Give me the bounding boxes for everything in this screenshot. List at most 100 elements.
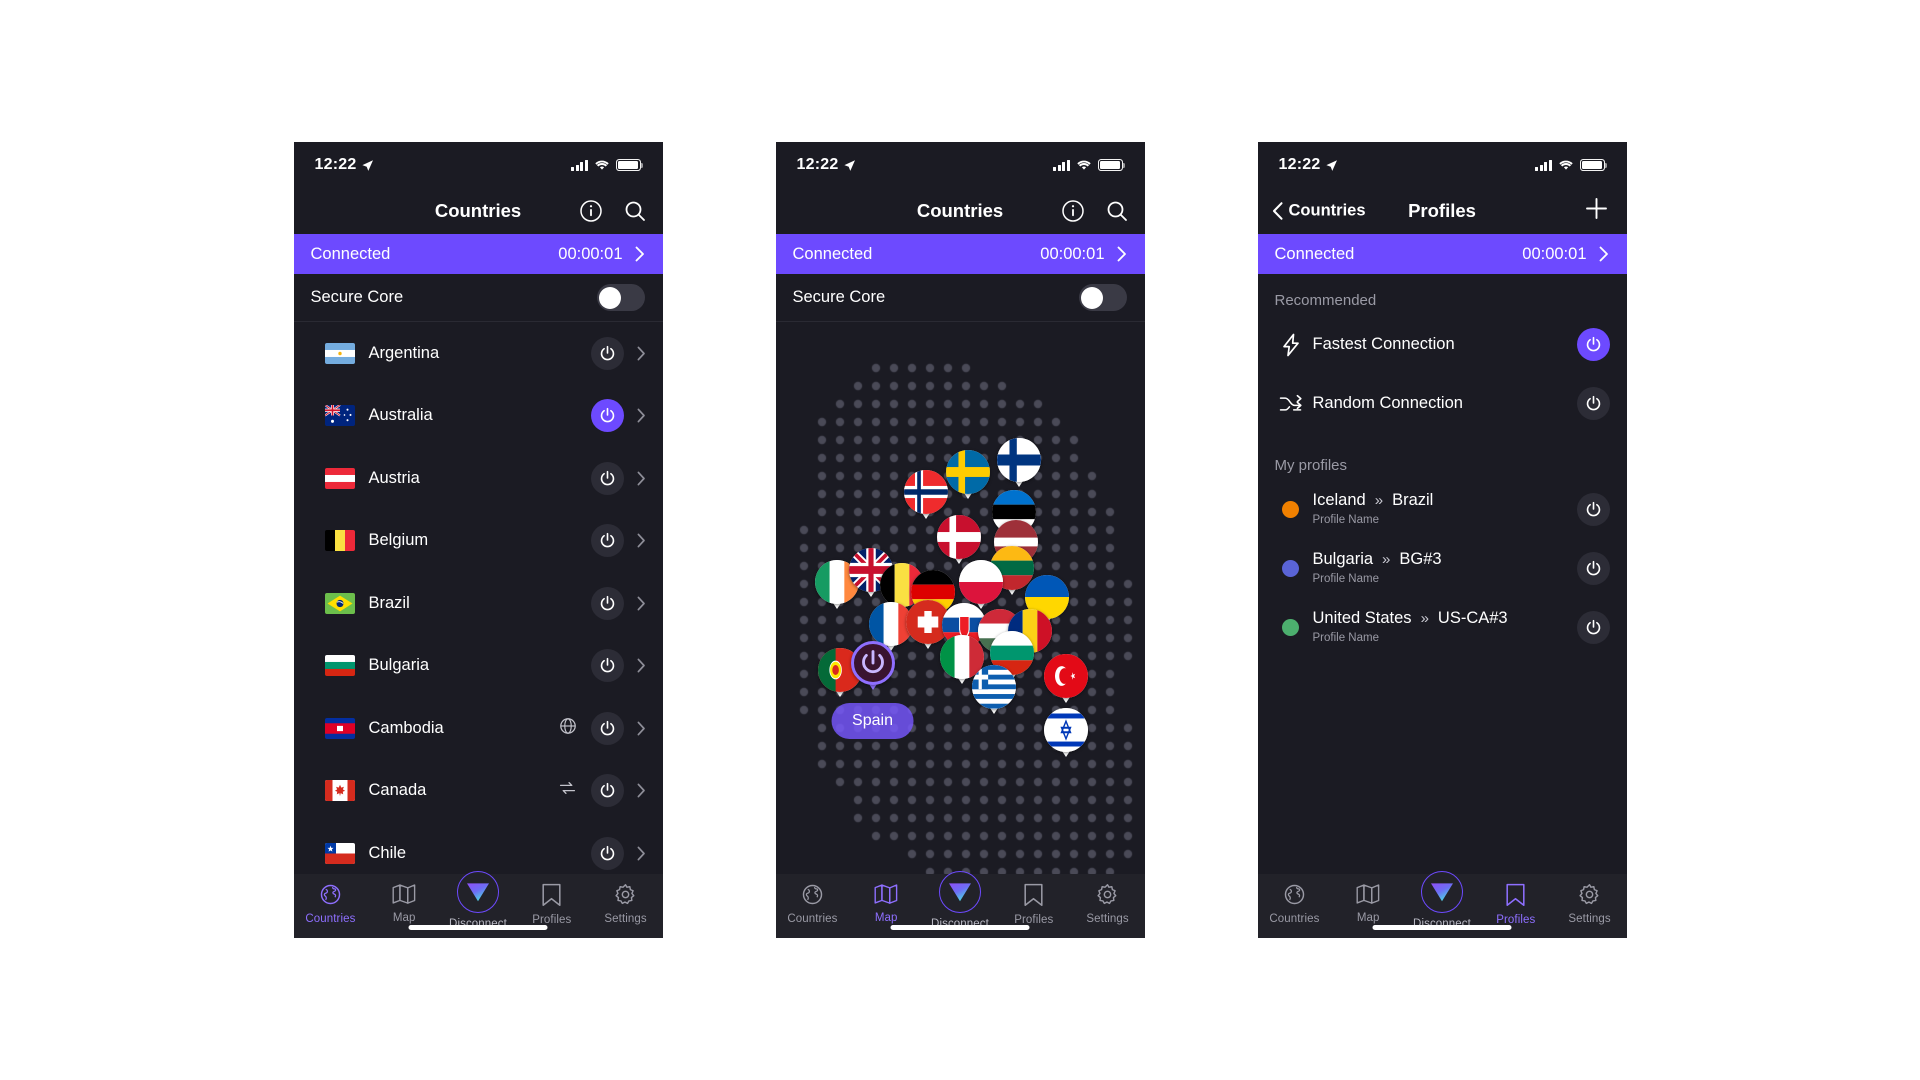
chevron-right-icon[interactable] <box>637 846 646 861</box>
country-row[interactable]: Cambodia <box>294 697 663 760</box>
tab-profiles[interactable]: Profiles <box>515 883 589 926</box>
tab-disconnect[interactable]: Disconnect <box>441 871 515 930</box>
connect-power-button[interactable] <box>1576 387 1610 420</box>
country-row[interactable]: Belgium <box>294 510 663 573</box>
world-map[interactable]: Spain <box>775 322 1145 874</box>
profile-row[interactable]: Iceland » Brazil Profile Name <box>1258 480 1627 539</box>
tab-countries[interactable]: Countries <box>294 883 368 925</box>
bookmark-icon <box>1023 883 1044 910</box>
tab-profiles[interactable]: Profiles <box>1479 883 1553 926</box>
tab-profiles[interactable]: Profiles <box>997 883 1071 926</box>
proton-vpn-logo-icon[interactable] <box>1420 871 1463 913</box>
tab-countries[interactable]: Countries <box>1258 883 1332 925</box>
secure-core-row[interactable]: Secure Core <box>293 274 663 322</box>
chevron-right-icon[interactable] <box>637 658 646 673</box>
country-row[interactable]: Canada <box>294 760 663 823</box>
map-pin-gr[interactable] <box>971 665 1016 714</box>
nav-bar-countries: Countries <box>293 188 663 234</box>
map-pin-se[interactable] <box>945 450 990 499</box>
map-pin-pl[interactable] <box>958 560 1003 609</box>
map-pin-selected-spain[interactable] <box>850 641 895 690</box>
map-pin-il[interactable] <box>1043 708 1088 757</box>
chevron-right-icon[interactable] <box>637 408 646 423</box>
tab-countries[interactable]: Countries <box>776 883 850 925</box>
country-row[interactable]: Bulgaria <box>294 635 663 698</box>
tab-settings[interactable]: Settings <box>589 883 663 925</box>
country-flag-at <box>324 467 355 489</box>
connect-power-button[interactable] <box>1576 328 1610 361</box>
proton-vpn-logo-icon[interactable] <box>456 871 499 913</box>
country-row[interactable]: Argentina <box>294 322 663 385</box>
country-flag-cl <box>324 842 355 864</box>
add-profile-button[interactable] <box>1584 196 1609 226</box>
tab-disconnect[interactable]: Disconnect <box>923 871 997 930</box>
country-list[interactable]: Argentina Australia Austria Belgium Braz… <box>293 322 663 874</box>
country-row[interactable]: Chile <box>294 822 663 874</box>
info-circle-icon[interactable] <box>579 199 603 223</box>
secure-core-row[interactable]: Secure Core <box>775 274 1145 322</box>
recommended-row[interactable]: Random Connection <box>1258 374 1627 433</box>
connect-power-button[interactable] <box>590 649 624 683</box>
power-glyph <box>600 783 614 798</box>
profile-row[interactable]: United States » US-CA#3 Profile Name <box>1258 598 1627 657</box>
connection-status-banner[interactable]: Connected 00:00:01 <box>1257 234 1627 274</box>
tab-map[interactable]: Map <box>367 883 441 924</box>
chevron-right-icon[interactable] <box>637 471 646 486</box>
tab-label: Map <box>1356 912 1380 924</box>
connect-power-button[interactable] <box>590 586 624 620</box>
connect-power-button[interactable] <box>590 774 624 808</box>
country-row[interactable]: Brazil <box>294 572 663 635</box>
chevron-right-icon[interactable] <box>637 346 646 361</box>
chevron-right-icon[interactable] <box>637 596 646 611</box>
connection-status-label: Connected <box>1274 244 1355 263</box>
tab-disconnect[interactable]: Disconnect <box>1405 871 1479 930</box>
map-pin-fi[interactable] <box>996 438 1041 487</box>
recommended-row[interactable]: Fastest Connection <box>1258 315 1627 374</box>
profile-separator-icon: » <box>1420 610 1429 627</box>
tab-settings[interactable]: Settings <box>1553 883 1627 925</box>
search-icon[interactable] <box>623 199 647 223</box>
power-glyph <box>600 720 614 736</box>
country-row-actions <box>590 649 624 683</box>
tab-map[interactable]: Map <box>1331 883 1405 924</box>
map-pin-tr[interactable] <box>1043 654 1088 703</box>
map-pin-flag <box>903 470 948 514</box>
connect-power-button[interactable] <box>590 399 624 433</box>
info-circle-icon[interactable] <box>1061 199 1085 223</box>
map-icon <box>392 883 416 908</box>
connection-status-banner[interactable]: Connected 00:00:01 <box>775 234 1145 274</box>
profile-row[interactable]: Bulgaria » BG#3 Profile Name <box>1258 539 1627 598</box>
connect-power-button[interactable] <box>1576 611 1610 644</box>
chevron-right-icon[interactable] <box>637 533 646 548</box>
map-pin-no[interactable] <box>903 470 948 519</box>
connect-power-button[interactable] <box>1576 552 1610 585</box>
tab-label: Countries <box>787 913 838 925</box>
chevron-right-icon[interactable] <box>637 783 646 798</box>
connect-power-button[interactable] <box>590 711 624 745</box>
secure-core-toggle[interactable] <box>596 284 645 311</box>
connect-power-button[interactable] <box>590 461 624 495</box>
map-selected-country-label[interactable]: Spain <box>831 703 914 739</box>
chevron-right-icon[interactable] <box>637 721 646 736</box>
tab-settings[interactable]: Settings <box>1071 883 1145 925</box>
tab-bar-1[interactable]: Countries Map Disconnect Profiles Settings <box>293 871 663 938</box>
country-row[interactable]: Austria <box>294 447 663 510</box>
map-pin-dk[interactable] <box>936 515 981 564</box>
connect-power-button[interactable] <box>590 836 624 870</box>
proton-vpn-logo-icon[interactable] <box>938 871 981 913</box>
tab-bar-3[interactable]: Countries Map Disconnect Profiles Settings <box>1257 871 1627 938</box>
back-button[interactable]: Countries <box>1272 202 1366 221</box>
power-glyph <box>600 408 614 423</box>
map-pin-flag <box>945 450 990 494</box>
tab-map[interactable]: Map <box>849 883 923 924</box>
status-bar: 12:22 <box>1257 142 1627 188</box>
connect-power-button[interactable] <box>590 524 624 558</box>
connect-power-button[interactable] <box>1576 493 1610 526</box>
cellular-signal-icon <box>1053 159 1070 171</box>
country-row[interactable]: Australia <box>294 385 663 448</box>
search-icon[interactable] <box>1105 199 1129 223</box>
secure-core-toggle[interactable] <box>1078 284 1127 311</box>
tab-bar-2[interactable]: Countries Map Disconnect Profiles Settings <box>775 871 1145 938</box>
connection-status-banner[interactable]: Connected 00:00:01 <box>293 234 663 274</box>
connect-power-button[interactable] <box>590 336 624 370</box>
